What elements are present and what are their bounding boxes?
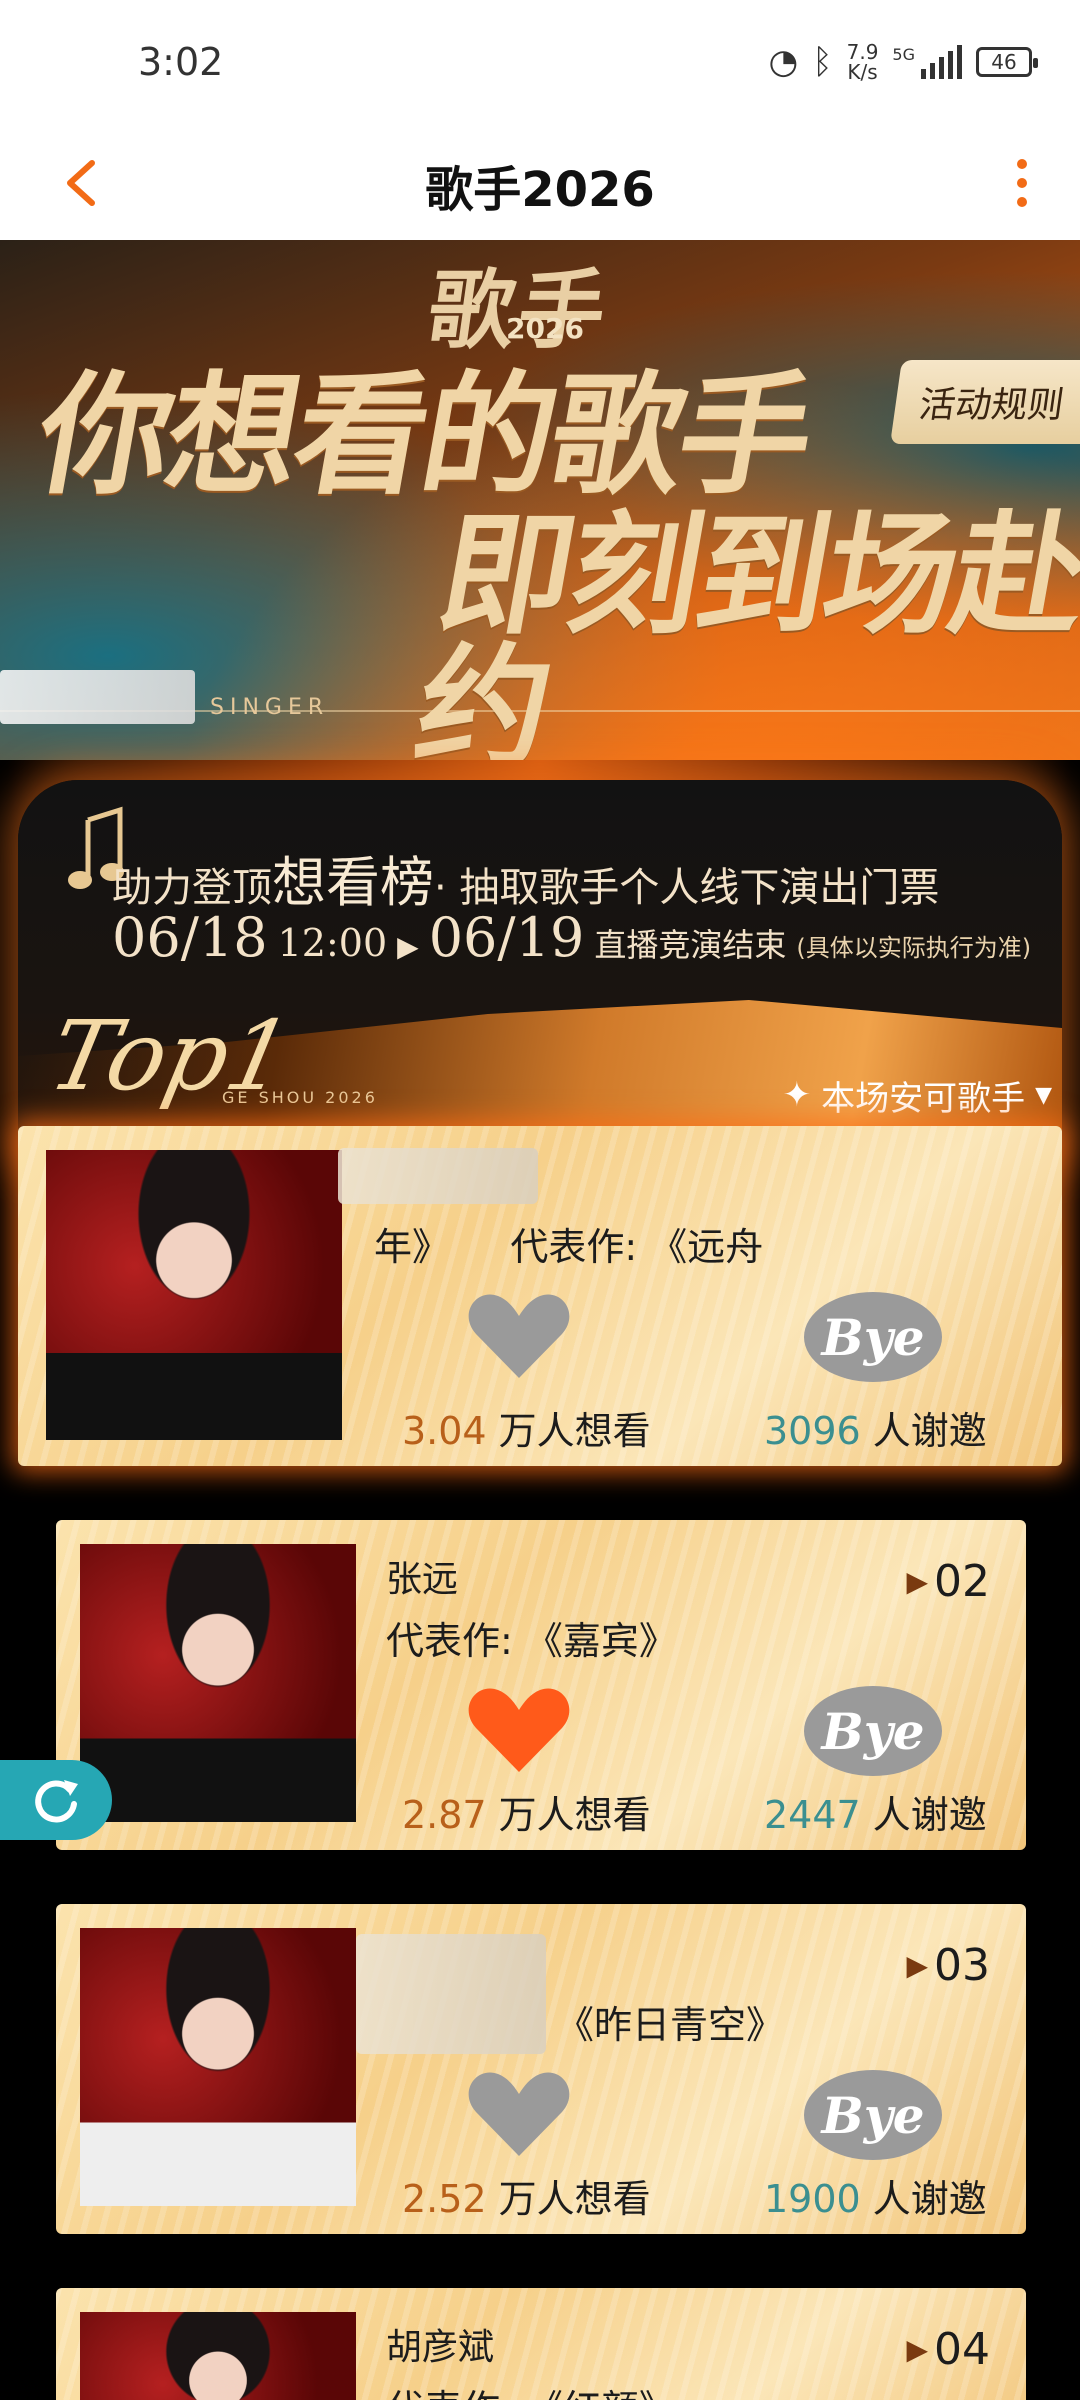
rank-arrow-icon: ▶ bbox=[906, 1565, 928, 1598]
bye-number: 2447 bbox=[764, 1793, 861, 1837]
start-time: 12:00 bbox=[277, 921, 388, 965]
want-heart-button[interactable] bbox=[464, 1286, 574, 1386]
page-title: 歌手2026 bbox=[425, 162, 655, 218]
rank-number: 04 bbox=[934, 2324, 990, 2375]
bye-button[interactable]: Bye bbox=[804, 1686, 942, 1776]
want-heart-button[interactable] bbox=[464, 2064, 574, 2164]
speed-meter-icon: ◔ bbox=[768, 42, 799, 82]
bye-number: 3096 bbox=[764, 1409, 861, 1453]
promo-prefix: 助力登顶 bbox=[112, 865, 272, 911]
singer-photo[interactable] bbox=[80, 1928, 356, 2206]
status-icons: ◔ ᛒ 7.9 K/s 5G 46 bbox=[768, 36, 1038, 88]
want-suffix: 万人想看 bbox=[498, 1793, 651, 1837]
singer-work: 代表作: 《红颜》 bbox=[386, 2378, 677, 2400]
rank-arrow-icon: ▶ bbox=[906, 1949, 928, 1982]
gs-sublabel: GE SHOU 2026 bbox=[222, 1088, 378, 1107]
bluetooth-icon: ᛒ bbox=[812, 42, 833, 82]
want-heart-button[interactable] bbox=[464, 1680, 574, 1780]
want-count: 3.04 万人想看 bbox=[402, 1400, 651, 1455]
singer-name: 胡彦斌 bbox=[386, 2327, 495, 2368]
want-count: 2.87 万人想看 bbox=[402, 1784, 651, 1839]
promo-schedule: 06/18 12:00 ▶ 06/19 直播竞演结束 (具体以实际执行为准) bbox=[112, 906, 1031, 969]
end-date: 06/19 bbox=[428, 906, 585, 969]
singer-photo[interactable] bbox=[80, 1544, 356, 1822]
end-text: 直播竞演结束 bbox=[594, 926, 787, 964]
refresh-icon bbox=[35, 1780, 78, 1823]
status-bar: 3:02 ◔ ᛒ 7.9 K/s 5G 46 bbox=[0, 0, 1080, 130]
redacted-patch bbox=[0, 670, 195, 724]
work-title: 代表作: 《远舟 bbox=[510, 1225, 764, 1269]
singer-work: 代表作: 《嘉宾》 bbox=[386, 1619, 677, 1663]
redacted-name bbox=[338, 1148, 538, 1204]
network-speed-unit: K/s bbox=[847, 60, 878, 84]
rank-arrow-icon: ▶ bbox=[906, 2333, 928, 2366]
want-count: 2.52 万人想看 bbox=[402, 2168, 651, 2223]
bye-number: 1900 bbox=[764, 2177, 861, 2221]
want-number: 2.52 bbox=[402, 2177, 487, 2221]
redacted-name bbox=[356, 1934, 546, 2054]
promo-suffix: · 抽取歌手个人线下演出门票 bbox=[434, 865, 940, 911]
more-dot-icon bbox=[1017, 197, 1027, 207]
bye-suffix: 人谢邀 bbox=[872, 1793, 987, 1837]
singer-photo[interactable] bbox=[46, 1150, 342, 1440]
want-number: 2.87 bbox=[402, 1793, 487, 1837]
rank-label: ▶ 03 bbox=[906, 1940, 990, 1991]
singer-name: 张远 bbox=[386, 1559, 459, 1600]
network-speed-value: 7.9 bbox=[846, 40, 879, 64]
show-logo: 歌手 bbox=[421, 260, 616, 361]
bye-count: 1900 人谢邀 bbox=[764, 2168, 987, 2223]
want-suffix: 万人想看 bbox=[498, 1409, 651, 1453]
singer-work: 《昨日青空》 bbox=[556, 2003, 785, 2047]
rank-label: ▶ 04 bbox=[906, 2324, 990, 2375]
bye-button[interactable]: Bye bbox=[804, 1292, 942, 1382]
rank-number: 03 bbox=[934, 1940, 990, 1991]
encore-singer-filter[interactable]: ✦ 本场安可歌手 ▼ bbox=[783, 1068, 1052, 1122]
want-suffix: 万人想看 bbox=[498, 2177, 651, 2221]
banner-headline-2: 即刻到场赴约 bbox=[404, 499, 1080, 760]
network-type: 5G bbox=[892, 45, 915, 64]
bye-suffix: 人谢邀 bbox=[872, 2177, 987, 2221]
singer-work: 年》 代表作: 《远舟 bbox=[374, 1216, 763, 1271]
singer-photo[interactable] bbox=[80, 2312, 356, 2400]
work-prefix: 年》 bbox=[374, 1225, 451, 1269]
network-speed: 7.9 K/s bbox=[847, 42, 879, 82]
bye-count: 3096 人谢邀 bbox=[764, 1400, 987, 1455]
rank-number: 02 bbox=[934, 1556, 990, 1607]
singer-card-2[interactable]: 张远 ▶ 02 代表作: 《嘉宾》 Bye 2.87 万人想看 2447 人谢邀 bbox=[56, 1520, 1026, 1850]
show-year: 2026 bbox=[506, 312, 584, 345]
title-bar: 歌手2026 bbox=[0, 130, 1080, 240]
activity-rules-label: 活动规则 bbox=[916, 385, 1067, 426]
more-options-button[interactable] bbox=[992, 148, 1052, 218]
promo-highlight: 想看榜 bbox=[272, 851, 434, 914]
filter-label: 本场安可歌手 bbox=[821, 1078, 1026, 1119]
more-dot-icon bbox=[1017, 159, 1027, 169]
signal-icon: 5G bbox=[892, 45, 962, 79]
singer-card-4[interactable]: 胡彦斌 ▶ 04 代表作: 《红颜》 bbox=[56, 2288, 1026, 2400]
rank-label: ▶ 02 bbox=[906, 1556, 990, 1607]
want-number: 3.04 bbox=[402, 1409, 487, 1453]
battery-icon: 46 bbox=[976, 47, 1038, 77]
singer-card-3[interactable]: ▶ 03 《昨日青空》 Bye 2.52 万人想看 1900 人谢邀 bbox=[56, 1904, 1026, 2234]
start-date: 06/18 bbox=[112, 906, 268, 969]
singer-card-1[interactable]: 年》 代表作: 《远舟 Bye 3.04 万人想看 3096 人谢邀 bbox=[18, 1126, 1062, 1466]
hero-banner: 歌手 2026 你想看的歌手 即刻到场赴约 SINGER 活动规则 bbox=[0, 240, 1080, 760]
bye-count: 2447 人谢邀 bbox=[764, 1784, 987, 1839]
battery-level: 46 bbox=[991, 50, 1017, 74]
banner-headline-1: 你想看的歌手 bbox=[26, 359, 822, 513]
status-time: 3:02 bbox=[138, 40, 224, 84]
promo-note: (具体以实际执行为准) bbox=[796, 934, 1032, 962]
bye-button[interactable]: Bye bbox=[804, 2070, 942, 2160]
sparkle-icon: ✦ bbox=[782, 1075, 812, 1115]
refresh-button[interactable] bbox=[0, 1760, 112, 1840]
banner-singer-text: SINGER bbox=[210, 695, 330, 720]
bye-suffix: 人谢邀 bbox=[872, 1409, 987, 1453]
caret-down-icon: ▼ bbox=[1035, 1082, 1052, 1108]
activity-rules-button[interactable]: 活动规则 bbox=[890, 360, 1080, 444]
play-arrow-icon: ▶ bbox=[397, 930, 419, 963]
more-dot-icon bbox=[1017, 178, 1027, 188]
